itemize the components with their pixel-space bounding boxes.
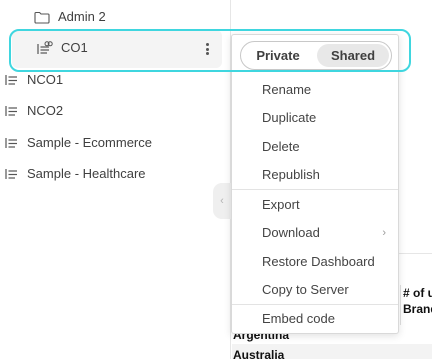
tree-item-folder[interactable]: Admin 2 [34, 9, 106, 25]
menu-item-copy-to-server[interactable]: Copy to Server [232, 276, 398, 304]
private-option[interactable]: Private [244, 44, 312, 67]
menu-item-download[interactable]: Download › [232, 219, 398, 247]
tree-item-dashboard[interactable]: NCO2 [5, 103, 63, 119]
tree-item-label: CO1 [61, 40, 88, 55]
tree-item-dashboard-selected[interactable]: CO1 [37, 40, 88, 56]
folder-icon [34, 11, 50, 24]
dashboard-sidebar: Admin 2 CO1 NCO1 NCO2 Sample - Ecommerce… [0, 0, 230, 359]
menu-item-republish[interactable]: Republish [232, 161, 398, 189]
tree-item-label: NCO1 [27, 72, 64, 87]
column-header-line1: # of u [403, 286, 432, 300]
menu-item-rename[interactable]: Rename [232, 76, 398, 104]
tree-item-label: Admin 2 [58, 9, 106, 24]
shared-option[interactable]: Shared [317, 44, 389, 67]
menu-item-restore-dashboard[interactable]: Restore Dashboard [232, 248, 398, 276]
tree-item-dashboard[interactable]: Sample - Healthcare [5, 166, 146, 182]
menu-separator [232, 189, 398, 190]
dashboard-icon [5, 168, 19, 180]
dashboard-context-menu: Private Shared Rename Duplicate Delete R… [231, 34, 399, 334]
table-cell: Australia [233, 348, 285, 359]
visibility-toggle[interactable]: Private Shared [240, 41, 392, 70]
more-options-icon[interactable] [202, 40, 212, 58]
column-header-line2: Brand [403, 302, 432, 316]
tree-item-label: NCO2 [27, 103, 64, 118]
menu-item-delete[interactable]: Delete [232, 133, 398, 161]
chevron-left-icon: ‹ [220, 195, 224, 207]
tree-item-label: Sample - Healthcare [27, 166, 146, 181]
menu-item-embed-code[interactable]: Embed code [232, 305, 398, 333]
table-column-header[interactable]: # of u Brand [400, 285, 432, 325]
dashboard-icon [5, 74, 19, 86]
collapse-sidebar-button[interactable]: ‹ [213, 183, 231, 219]
tree-item-dashboard[interactable]: Sample - Ecommerce [5, 135, 152, 151]
menu-item-label: Download [262, 225, 320, 240]
menu-item-duplicate[interactable]: Duplicate [232, 104, 398, 132]
dashboard-icon [5, 137, 19, 149]
chevron-right-icon: › [382, 227, 386, 239]
tree-item-dashboard[interactable]: NCO1 [5, 72, 63, 88]
dashboard-icon [5, 105, 19, 117]
shared-dashboard-icon [37, 41, 53, 55]
tree-item-label: Sample - Ecommerce [27, 135, 152, 150]
menu-item-export[interactable]: Export [232, 191, 398, 219]
